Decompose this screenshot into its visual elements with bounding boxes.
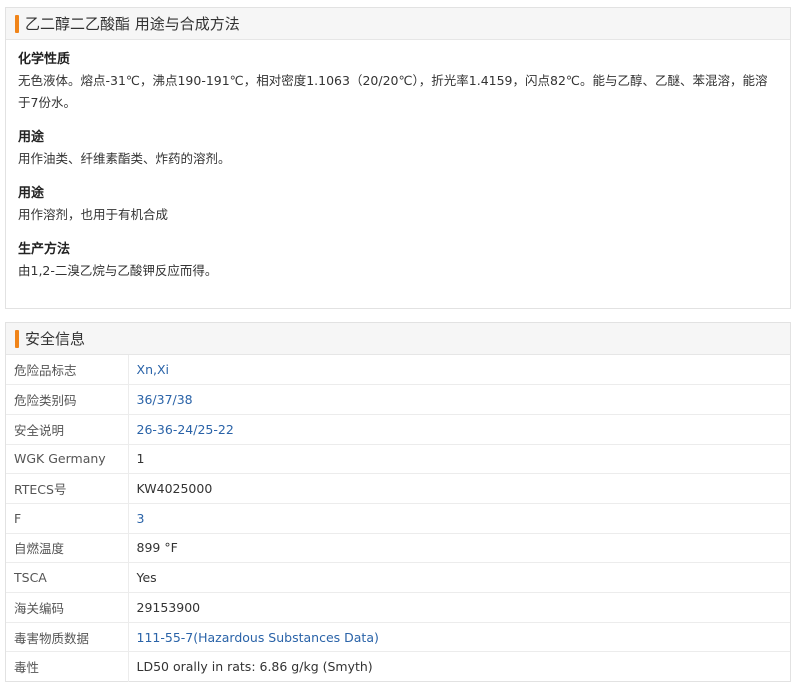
usage-panel: 乙二醇二乙酸酯 用途与合成方法 化学性质 无色液体。熔点-31℃，沸点190-1… [5, 7, 791, 309]
row-value: 26-36-24/25-22 [128, 414, 790, 445]
row-key: TSCA [6, 562, 129, 593]
hazardous-substances-link[interactable]: 111-55-7(Hazardous Substances Data) [137, 630, 379, 645]
row-value: Yes [128, 562, 790, 593]
section-production-method: 生产方法 由1,2-二溴乙烷与乙酸钾反应而得。 [18, 240, 778, 282]
row-key: 危险类别码 [6, 384, 129, 415]
accent-bar [15, 329, 19, 348]
table-row: 危险类别码 36/37/38 [6, 384, 790, 415]
table-row: 毒性 LD50 orally in rats: 6.86 g/kg (Smyth… [6, 651, 790, 682]
section-text: 由1,2-二溴乙烷与乙酸钾反应而得。 [18, 263, 218, 278]
table-row: 安全说明 26-36-24/25-22 [6, 414, 790, 445]
flammability-link[interactable]: 3 [137, 511, 145, 526]
table-row: RTECS号 KW4025000 [6, 473, 790, 504]
row-key: 危险品标志 [6, 355, 129, 386]
hazard-symbol-link[interactable]: Xn,Xi [137, 362, 170, 377]
table-row: 毒害物质数据 111-55-7(Hazardous Substances Dat… [6, 622, 790, 653]
safety-panel-header: 安全信息 [6, 323, 790, 355]
section-text: 无色液体。熔点-31℃，沸点190-191℃，相对密度1.1063（20/20℃… [18, 73, 768, 110]
row-key: 海关编码 [6, 592, 129, 623]
row-value: LD50 orally in rats: 6.86 g/kg (Smyth) [136, 659, 373, 675]
section-heading: 化学性质 [18, 52, 71, 67]
section-text: 用作油类、纤维素酯类、炸药的溶剂。 [18, 151, 231, 166]
table-row: TSCA Yes [6, 562, 790, 593]
safety-table: 危险品标志 Xn,Xi 危险类别码 36/37/38 安全说明 26-36-24… [6, 355, 790, 682]
table-row: 危险品标志 Xn,Xi [6, 355, 790, 386]
usage-panel-title: 乙二醇二乙酸酯 用途与合成方法 [25, 15, 240, 33]
risk-codes-link[interactable]: 36/37/38 [137, 392, 193, 407]
row-key: RTECS号 [6, 473, 129, 504]
usage-panel-header: 乙二醇二乙酸酯 用途与合成方法 [6, 8, 790, 40]
row-value: 36/37/38 [128, 384, 790, 415]
row-key: WGK Germany [6, 444, 129, 475]
usage-body: 化学性质 无色液体。熔点-31℃，沸点190-191℃，相对密度1.1063（2… [6, 40, 790, 282]
section-text: 用作溶剂，也用于有机合成 [18, 207, 169, 222]
row-key: 安全说明 [6, 414, 129, 445]
safety-statements-link[interactable]: 26-36-24/25-22 [137, 422, 234, 437]
row-value: Xn,Xi [128, 355, 790, 386]
row-key: 毒性 [6, 651, 129, 682]
table-row: WGK Germany 1 [6, 444, 790, 475]
section-chemical-properties: 化学性质 无色液体。熔点-31℃，沸点190-191℃，相对密度1.1063（2… [18, 50, 778, 114]
row-key: 毒害物质数据 [6, 622, 129, 653]
table-row: 海关编码 29153900 [6, 592, 790, 623]
table-row: 自燃温度 899 °F [6, 533, 790, 564]
row-value: 3 [128, 503, 790, 534]
safety-panel: 安全信息 危险品标志 Xn,Xi 危险类别码 36/37/38 安全说明 26-… [5, 322, 791, 682]
section-usage-1: 用途 用作油类、纤维素酯类、炸药的溶剂。 [18, 128, 778, 170]
section-heading: 用途 [18, 130, 45, 145]
row-value: 111-55-7(Hazardous Substances Data) [128, 622, 790, 653]
row-value: 29153900 [128, 592, 790, 623]
safety-panel-title: 安全信息 [25, 330, 86, 348]
table-row: F 3 [6, 503, 790, 534]
row-key: 自燃温度 [6, 533, 129, 564]
section-usage-2: 用途 用作溶剂，也用于有机合成 [18, 184, 778, 226]
row-key: F [6, 503, 129, 534]
section-heading: 生产方法 [18, 242, 71, 257]
section-heading: 用途 [18, 186, 45, 201]
row-value: KW4025000 [128, 473, 790, 504]
row-value: 1 [128, 444, 790, 475]
accent-bar [15, 14, 19, 33]
row-value: 899 °F [128, 533, 790, 564]
